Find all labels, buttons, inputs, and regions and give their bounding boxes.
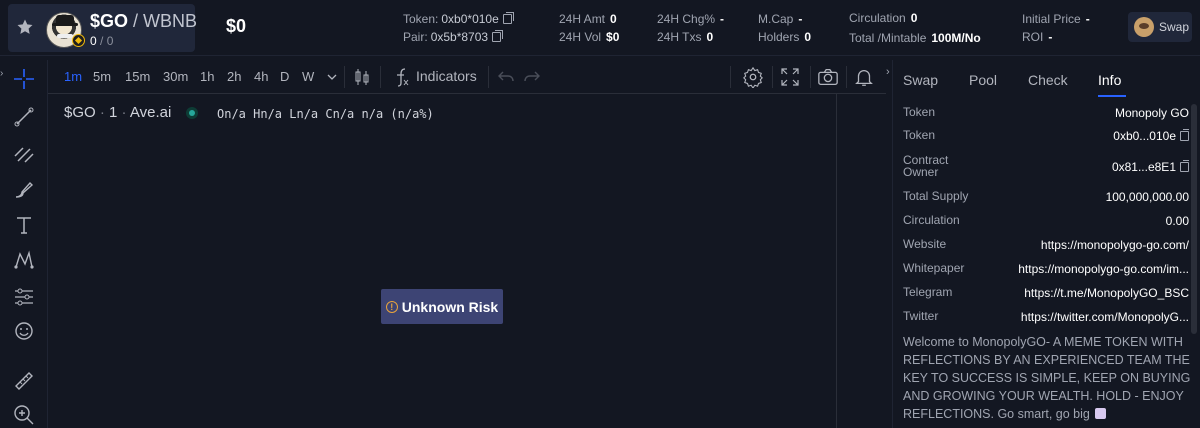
token-description: Welcome to MonopolyGO- A MEME TOKEN WITH…	[903, 335, 1191, 421]
fullscreen-icon[interactable]	[778, 65, 802, 89]
panel-tabs: Swap Pool Check Info	[893, 60, 1200, 98]
stat-24h-chg: 24H Chg% -	[657, 12, 725, 26]
info-row-twitter[interactable]: Twitter https://twitter.com/MonopolyG...	[903, 310, 1189, 326]
pair-count: 0 / 0	[90, 34, 114, 48]
bell-icon[interactable]	[852, 65, 876, 89]
stat-total-mintable: Total /Mintable 100M/No	[849, 31, 981, 45]
risk-label: Unknown Risk	[401, 298, 499, 315]
redo-icon[interactable]	[520, 65, 544, 89]
indicators-button[interactable]: Indicators	[416, 68, 477, 84]
active-tab-indicator	[1098, 95, 1126, 97]
info-row-website[interactable]: Website https://monopolygo-go.com/	[903, 238, 1189, 254]
stat-24h-txs: 24H Txs 0	[657, 30, 714, 44]
star-icon[interactable]	[16, 18, 34, 36]
timeframe-1m[interactable]: 1m	[64, 69, 82, 84]
copy-icon[interactable]	[1180, 129, 1189, 141]
ruler-icon[interactable]	[9, 366, 39, 396]
text-tool-icon[interactable]	[9, 210, 39, 240]
chevron-right-icon[interactable]: ›	[886, 66, 890, 78]
copy-icon[interactable]	[1180, 160, 1189, 172]
swap-logo-icon	[1134, 17, 1154, 37]
info-row-circulation: Circulation 0.00	[903, 213, 1189, 228]
stat-24h-vol: 24H Vol $0	[559, 30, 620, 44]
prediction-tool-icon[interactable]	[9, 282, 39, 312]
stat-holders: Holders 0	[758, 30, 812, 44]
crosshair-icon[interactable]	[9, 64, 39, 94]
undo-icon[interactable]	[494, 65, 518, 89]
pair-selector[interactable]: $GO / WBNB 0 / 0	[8, 4, 198, 52]
copy-icon[interactable]	[502, 12, 514, 24]
dice-icon	[1095, 408, 1107, 419]
zoom-in-icon[interactable]	[9, 400, 39, 428]
token-address[interactable]: Token: 0xb0*010e	[403, 12, 514, 26]
stat-roi: ROI -	[1022, 30, 1053, 44]
function-icon[interactable]	[390, 65, 414, 89]
timeframe-15m[interactable]: 15m	[125, 69, 150, 84]
timeframe-2h[interactable]: 2h	[227, 69, 241, 84]
chart-legend: $GO · 1 · Ave.ai	[64, 104, 172, 121]
chart-canvas[interactable]	[48, 94, 836, 428]
tab-info[interactable]: Info	[1098, 72, 1121, 88]
pair-name: $GO / WBNB	[90, 11, 198, 31]
price-scale[interactable]	[836, 94, 886, 428]
pair-address[interactable]: Pair: 0x5b*8703	[403, 30, 504, 44]
swap-button-label: Swap	[1159, 20, 1190, 34]
chevron-down-icon[interactable]	[320, 65, 344, 89]
tab-pool[interactable]: Pool	[969, 72, 997, 88]
timeframe-5m[interactable]: 5m	[93, 69, 111, 84]
pattern-tool-icon[interactable]	[9, 246, 39, 276]
fib-tools-icon[interactable]	[9, 138, 39, 168]
timeframe-4h[interactable]: 4h	[254, 69, 268, 84]
legend-interval: 1	[109, 104, 118, 121]
chart-toolbar: 1m 5m 15m 30m 1h 2h 4h D W Indicators	[48, 60, 886, 94]
info-row-contract-owner[interactable]: Contract Owner 0x81...e8E1	[903, 154, 1189, 180]
timeframe-1h[interactable]: 1h	[200, 69, 214, 84]
ohlc-values: On/a Hn/a Ln/a Cn/a n/a (n/a%)	[217, 107, 434, 121]
legend-symbol: $GO	[64, 104, 96, 121]
timeframe-30m[interactable]: 30m	[163, 69, 188, 84]
warning-icon: !	[385, 300, 398, 313]
panel-scrollbar[interactable]	[1191, 104, 1197, 334]
bnb-chain-icon	[72, 34, 85, 47]
stat-initial-price: Initial Price -	[1022, 12, 1090, 26]
tab-swap[interactable]: Swap	[903, 72, 938, 88]
info-row-token-address[interactable]: Token 0xb0...010e	[903, 129, 1189, 145]
stat-24h-amt: 24H Amt 0	[559, 12, 617, 26]
info-row-token-name: Token Monopoly GO	[903, 105, 1189, 120]
info-panel: Swap Pool Check Info Token Monopoly GO To…	[892, 60, 1200, 428]
smiley-icon[interactable]	[9, 316, 39, 346]
current-price: $0	[226, 16, 247, 36]
top-header: $GO / WBNB 0 / 0 $0 Token: 0xb0*010e Pair…	[0, 0, 1200, 56]
legend-source: Ave.ai	[129, 104, 172, 121]
stat-circulation: Circulation 0	[849, 11, 918, 25]
info-row-telegram[interactable]: Telegram https://t.me/MonopolyGO_BSC	[903, 286, 1189, 302]
unknown-risk-button[interactable]: ! Unknown Risk	[381, 289, 503, 324]
swap-button[interactable]: Swap	[1128, 12, 1192, 42]
live-status-icon	[186, 107, 198, 119]
candlestick-icon[interactable]	[350, 65, 374, 89]
brush-icon[interactable]	[9, 174, 39, 204]
trend-line-icon[interactable]	[9, 102, 39, 132]
timeframe-d[interactable]: D	[280, 69, 289, 84]
gear-icon[interactable]	[741, 65, 765, 89]
info-row-whitepaper[interactable]: Whitepaper https://monopolygo-go.com/im..…	[903, 262, 1189, 278]
drawing-toolbar: ›	[0, 60, 48, 428]
chevron-right-icon[interactable]: ›	[0, 68, 8, 82]
copy-icon[interactable]	[492, 30, 504, 42]
camera-icon[interactable]	[816, 65, 840, 89]
timeframe-w[interactable]: W	[302, 69, 314, 84]
stat-mcap: M.Cap -	[758, 12, 803, 26]
tab-check[interactable]: Check	[1028, 72, 1068, 88]
info-row-total-supply: Total Supply 100,000,000.00	[903, 189, 1189, 204]
